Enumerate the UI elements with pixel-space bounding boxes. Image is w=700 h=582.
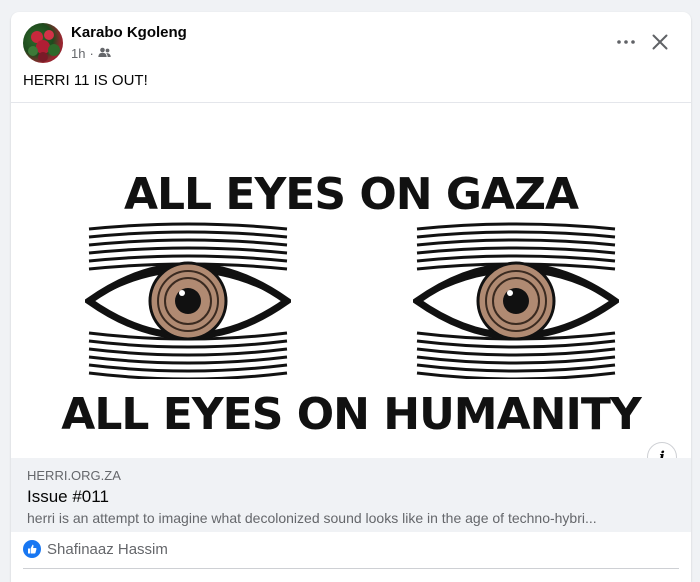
image-headline-top: ALL EYES ON GAZA bbox=[123, 169, 579, 220]
close-icon bbox=[652, 34, 668, 50]
close-button[interactable] bbox=[647, 29, 673, 55]
reactions-summary[interactable]: Shafinaaz Hassim bbox=[23, 540, 168, 558]
right-eye-illustration bbox=[413, 222, 619, 379]
avatar-image bbox=[28, 30, 60, 62]
post-card: Karabo Kgoleng 1h · HERRI 11 IS OUT! ALL… bbox=[11, 12, 691, 582]
like-icon bbox=[23, 540, 41, 558]
left-eye-illustration bbox=[85, 222, 291, 379]
post-image[interactable]: ALL EYES ON GAZA ALL EYES ON HUMANITY bbox=[11, 103, 691, 458]
post-time[interactable]: 1h bbox=[71, 46, 85, 61]
avatar[interactable] bbox=[23, 23, 63, 63]
link-title[interactable]: Issue #011 bbox=[27, 487, 109, 507]
more-options-icon bbox=[617, 40, 635, 44]
reactions-label: Shafinaaz Hassim bbox=[47, 540, 168, 558]
image-headline-bottom: ALL EYES ON HUMANITY bbox=[61, 389, 641, 440]
post-meta: 1h · bbox=[71, 46, 111, 61]
link-description: herri is an attempt to imagine what deco… bbox=[27, 510, 597, 526]
more-options-button[interactable] bbox=[611, 32, 641, 52]
link-domain: HERRI.ORG.ZA bbox=[27, 468, 121, 483]
post-text: HERRI 11 IS OUT! bbox=[23, 72, 148, 89]
friends-icon[interactable] bbox=[98, 46, 111, 61]
meta-separator: · bbox=[89, 46, 94, 61]
link-preview[interactable]: HERRI.ORG.ZA Issue #011 herri is an atte… bbox=[11, 458, 691, 532]
author-name[interactable]: Karabo Kgoleng bbox=[71, 24, 187, 41]
divider-bottom bbox=[23, 568, 679, 569]
